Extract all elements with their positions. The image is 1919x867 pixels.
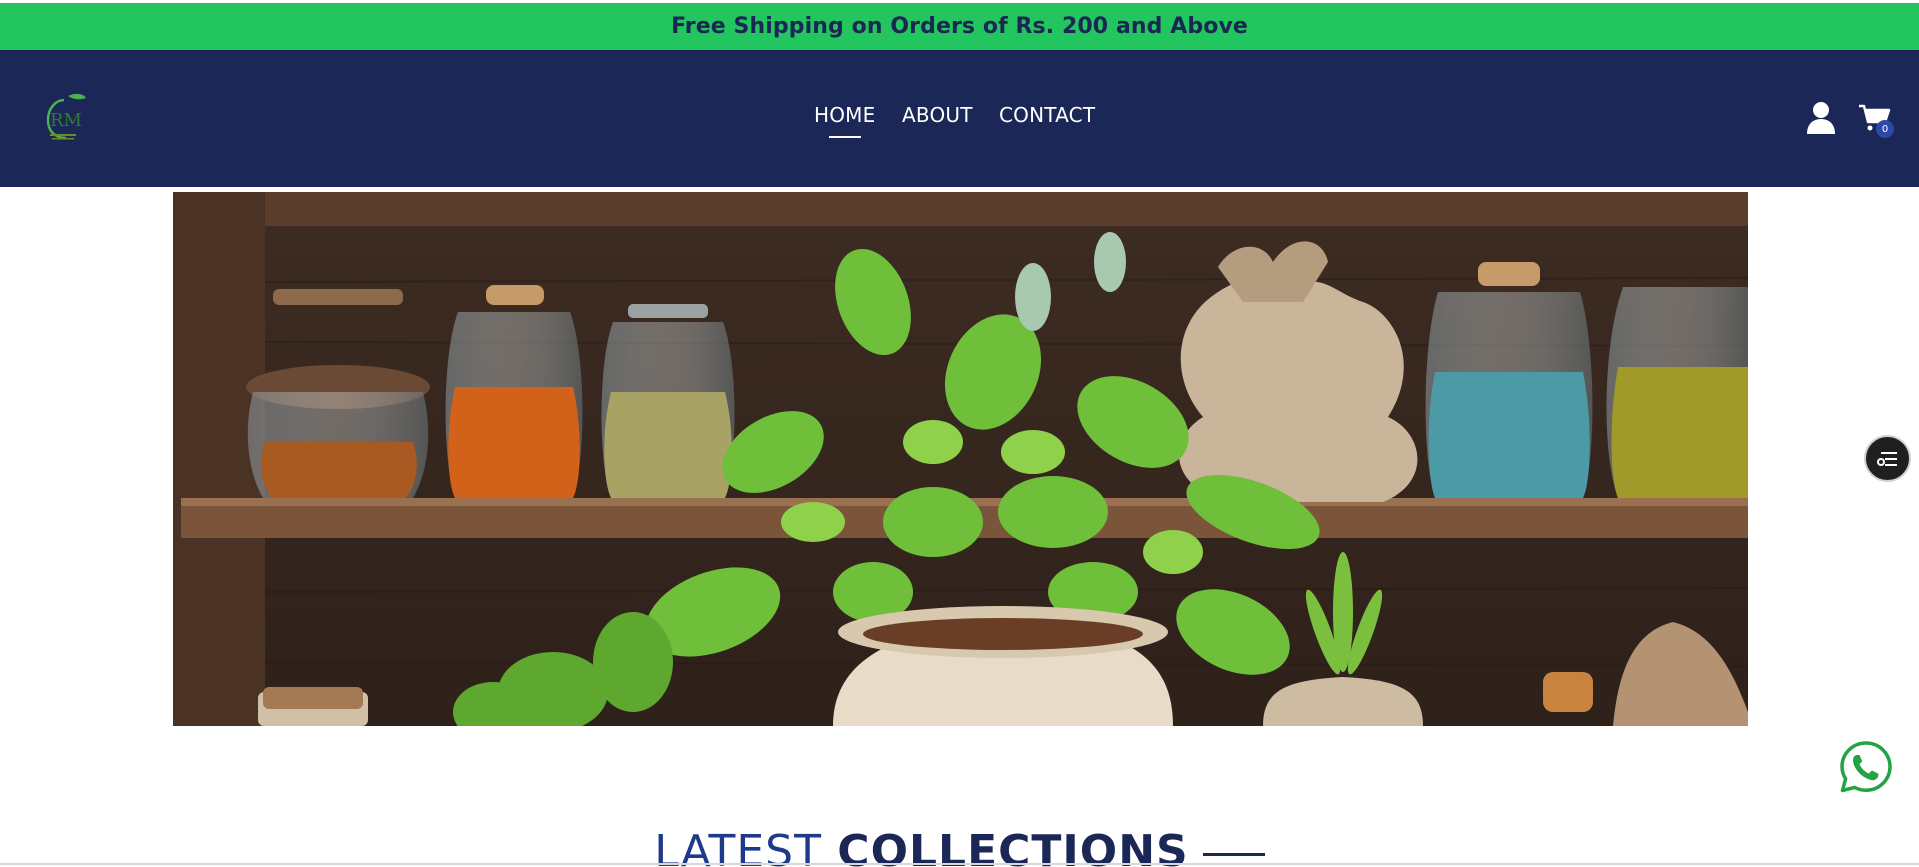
heading-underline	[1202, 852, 1265, 856]
nav-about[interactable]: ABOUT	[902, 103, 973, 127]
heading-bold-part: COLLECTIONS	[837, 826, 1189, 867]
section-divider	[0, 863, 1919, 865]
whatsapp-chat-button[interactable]	[1838, 739, 1894, 795]
hero-banner-image	[173, 192, 1748, 726]
filter-button[interactable]	[1864, 435, 1911, 482]
active-nav-indicator	[829, 136, 861, 138]
heading-light-part: LATEST	[654, 826, 822, 867]
cart-count-badge: 0	[1876, 120, 1894, 138]
user-icon	[1807, 102, 1835, 134]
promo-text: Free Shipping on Orders of Rs. 200 and A…	[671, 14, 1248, 39]
latest-collections-heading: LATEST COLLECTIONS	[0, 826, 1919, 867]
account-button[interactable]	[1806, 101, 1836, 135]
filter-icon	[1876, 451, 1897, 466]
site-header: RM HOME ABOUT CONTACT 0	[0, 50, 1919, 187]
nav-home[interactable]: HOME	[814, 103, 875, 127]
whatsapp-icon	[1840, 741, 1892, 793]
main-nav: HOME ABOUT CONTACT	[0, 50, 1919, 187]
nav-contact[interactable]: CONTACT	[999, 103, 1095, 127]
promo-banner: Free Shipping on Orders of Rs. 200 and A…	[0, 3, 1919, 50]
